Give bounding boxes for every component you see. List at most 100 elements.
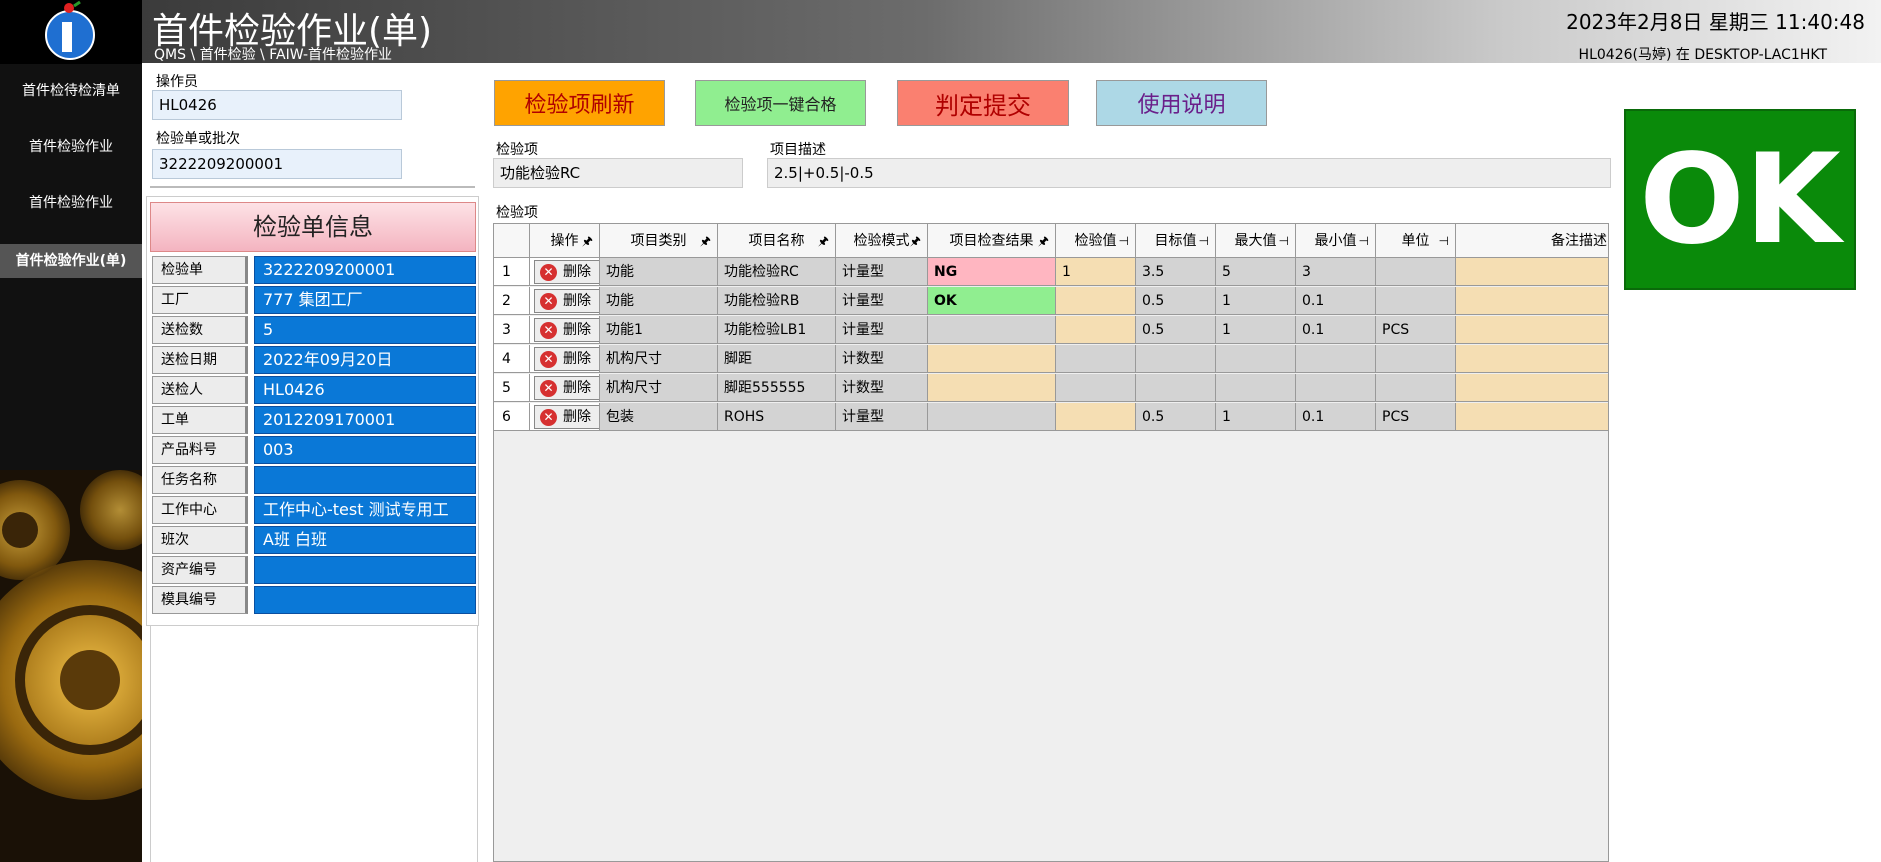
- cell-target: 0.5: [1136, 287, 1216, 315]
- pin-icon[interactable]: 🖈: [582, 224, 593, 258]
- table-row[interactable]: 5 ✕ 删除 机构尺寸 脚距555555 计数型: [494, 374, 1608, 403]
- cell-remark[interactable]: [1456, 316, 1608, 344]
- item-field: 功能检验RC: [493, 158, 743, 188]
- table-row[interactable]: 4 ✕ 删除 机构尺寸 脚距 计数型: [494, 345, 1608, 374]
- column-header[interactable]: 操作 🖈: [530, 224, 600, 258]
- column-header[interactable]: 最大值 ⊣: [1216, 224, 1296, 258]
- refresh-items-button[interactable]: 检验项刷新: [494, 80, 665, 126]
- desc-label: 项目描述: [770, 142, 826, 158]
- column-header[interactable]: 检验值 ⊣: [1056, 224, 1136, 258]
- table-row[interactable]: 6 ✕ 删除 包装 ROHS 计量型 0.5 1 0.1 PCS: [494, 403, 1608, 432]
- table-row[interactable]: 1 ✕ 删除 功能 功能检验RC 计量型 NG 1 3.5 5 3: [494, 258, 1608, 287]
- cell-mode: 计数型: [836, 345, 928, 373]
- cell-min: 0.1: [1296, 403, 1376, 431]
- info-value: 5: [254, 316, 476, 344]
- pin-icon[interactable]: 🖈: [910, 224, 921, 258]
- cell-remark[interactable]: [1456, 374, 1608, 402]
- cell-max: 1: [1216, 316, 1296, 344]
- info-value: 777 集团工厂: [254, 286, 476, 314]
- pin-icon[interactable]: ⊣: [1359, 224, 1369, 258]
- divider: [150, 186, 475, 188]
- info-value: [254, 586, 476, 614]
- info-value: 工作中心-test 测试专用工: [254, 496, 476, 524]
- cell-min: [1296, 345, 1376, 373]
- submit-button[interactable]: 判定提交: [897, 80, 1069, 126]
- inspection-grid: 操作 🖈 项目类别 🖈 项目名称 🖈 检验模式 🖈 项目检查结果 🖈 检验值 ⊣ 目标值 ⊣ …: [493, 223, 1609, 862]
- delete-icon: ✕: [540, 351, 557, 368]
- info-label: 任务名称: [152, 466, 248, 494]
- cell-value[interactable]: 1: [1056, 258, 1136, 286]
- sidebar-item-inspection-single[interactable]: 首件检验作业(单): [0, 244, 142, 278]
- row-number: 3: [494, 316, 530, 344]
- delete-button[interactable]: ✕ 删除: [534, 289, 599, 313]
- cell-value[interactable]: [1056, 316, 1136, 344]
- column-header[interactable]: 项目检查结果 🖈: [928, 224, 1056, 258]
- sidebar-item-pending-list[interactable]: 首件检待检清单: [0, 74, 142, 108]
- cell-result[interactable]: [928, 345, 1056, 373]
- help-button[interactable]: 使用说明: [1096, 80, 1267, 126]
- info-panel-bottom: [150, 626, 478, 862]
- cell-result[interactable]: OK: [928, 287, 1056, 315]
- grid-label: 检验项: [496, 205, 538, 221]
- info-row: 工单 2012209170001: [150, 406, 476, 436]
- delete-button[interactable]: ✕ 删除: [534, 405, 599, 429]
- column-header-index: [494, 224, 530, 258]
- order-input[interactable]: [152, 149, 402, 179]
- pin-icon[interactable]: ⊣: [1199, 224, 1209, 258]
- column-header[interactable]: 备注描述: [1456, 224, 1608, 258]
- pin-icon[interactable]: 🖈: [818, 224, 829, 258]
- cell-unit: [1376, 287, 1456, 315]
- sidebar-item-inspection-2[interactable]: 首件检验作业: [0, 186, 142, 220]
- info-row: 产品料号 003: [150, 436, 476, 466]
- sidebar-item-inspection[interactable]: 首件检验作业: [0, 130, 142, 164]
- info-panel-title: 检验单信息: [150, 202, 476, 252]
- cell-remark[interactable]: [1456, 258, 1608, 286]
- delete-button[interactable]: ✕ 删除: [534, 347, 599, 371]
- cell-result[interactable]: [928, 403, 1056, 431]
- action-cell: ✕ 删除: [530, 345, 600, 373]
- column-header[interactable]: 目标值 ⊣: [1136, 224, 1216, 258]
- column-header[interactable]: 单位 ⊣: [1376, 224, 1456, 258]
- cell-remark[interactable]: [1456, 345, 1608, 373]
- pass-all-button[interactable]: 检验项一键合格: [695, 80, 866, 126]
- cell-remark[interactable]: [1456, 287, 1608, 315]
- cell-result[interactable]: [928, 316, 1056, 344]
- table-row[interactable]: 3 ✕ 删除 功能1 功能检验LB1 计量型 0.5 1 0.1 PCS: [494, 316, 1608, 345]
- cell-mode: 计量型: [836, 258, 928, 286]
- delete-button[interactable]: ✕ 删除: [534, 260, 599, 284]
- pin-icon[interactable]: ⊣: [1279, 224, 1289, 258]
- pin-icon[interactable]: 🖈: [700, 224, 711, 258]
- cell-mode: 计量型: [836, 316, 928, 344]
- column-header[interactable]: 最小值 ⊣: [1296, 224, 1376, 258]
- column-header[interactable]: 项目名称 🖈: [718, 224, 836, 258]
- cell-name: 功能检验LB1: [718, 316, 836, 344]
- table-row[interactable]: 2 ✕ 删除 功能 功能检验RB 计量型 OK 0.5 1 0.1: [494, 287, 1608, 316]
- column-header[interactable]: 项目类别 🖈: [600, 224, 718, 258]
- delete-button[interactable]: ✕ 删除: [534, 318, 599, 342]
- cell-min: 0.1: [1296, 316, 1376, 344]
- action-cell: ✕ 删除: [530, 374, 600, 402]
- row-number: 2: [494, 287, 530, 315]
- cell-result[interactable]: [928, 374, 1056, 402]
- cell-target: 0.5: [1136, 403, 1216, 431]
- column-header[interactable]: 检验模式 🖈: [836, 224, 928, 258]
- grid-header: 操作 🖈 项目类别 🖈 项目名称 🖈 检验模式 🖈 项目检查结果 🖈 检验值 ⊣ 目标值 ⊣ …: [494, 224, 1608, 258]
- pin-icon[interactable]: ⊣: [1119, 224, 1129, 258]
- operator-input[interactable]: [152, 90, 402, 120]
- info-value: 2012209170001: [254, 406, 476, 434]
- cell-target: 0.5: [1136, 316, 1216, 344]
- app-logo: [0, 0, 142, 64]
- cell-value[interactable]: [1056, 403, 1136, 431]
- cell-name: 功能检验RC: [718, 258, 836, 286]
- delete-button[interactable]: ✕ 删除: [534, 376, 599, 400]
- cell-value[interactable]: [1056, 287, 1136, 315]
- cell-name: 功能检验RB: [718, 287, 836, 315]
- cell-value[interactable]: [1056, 345, 1136, 373]
- pin-icon[interactable]: 🖈: [1038, 224, 1049, 258]
- cell-value[interactable]: [1056, 374, 1136, 402]
- info-label: 资产编号: [152, 556, 248, 584]
- cell-result[interactable]: NG: [928, 258, 1056, 286]
- info-label: 工单: [152, 406, 248, 434]
- cell-remark[interactable]: [1456, 403, 1608, 431]
- pin-icon[interactable]: ⊣: [1439, 224, 1449, 258]
